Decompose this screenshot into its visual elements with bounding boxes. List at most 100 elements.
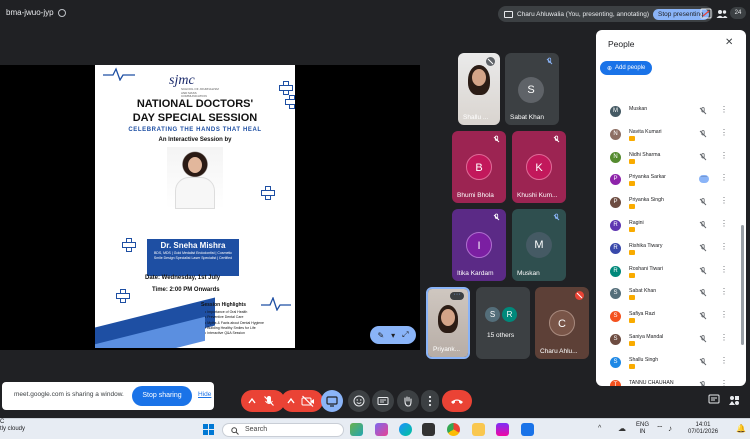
more-vert-icon[interactable]: ⋮ xyxy=(720,356,728,365)
participant-row[interactable]: R Ragini ⋮ xyxy=(596,218,742,240)
store-icon[interactable] xyxy=(496,423,509,436)
info-icon[interactable] xyxy=(57,8,66,17)
mic-off-icon[interactable] xyxy=(699,221,707,229)
pointer-icon[interactable]: ✎ xyxy=(377,331,384,340)
participant-row[interactable]: R Rishika Tiwary ⋮ xyxy=(596,241,742,263)
participant-row[interactable]: P Priyanka Singh ⋮ xyxy=(596,195,742,217)
more-vert-icon[interactable]: ⋮ xyxy=(720,265,728,274)
mic-off-icon[interactable] xyxy=(699,152,707,161)
more-options-button[interactable] xyxy=(421,390,439,412)
chat-icon[interactable] xyxy=(708,394,720,406)
more-vert-icon[interactable]: ⋮ xyxy=(720,379,728,386)
participant-tile[interactable]: B Bhumi Bhola xyxy=(452,131,506,203)
more-vert-icon[interactable]: ⋮ xyxy=(720,196,728,205)
participant-avatar: P xyxy=(610,197,621,209)
chevron-up-icon[interactable] xyxy=(286,396,296,406)
emoji-icon xyxy=(353,395,365,407)
more-vert-icon[interactable]: ⋮ xyxy=(720,219,728,228)
reactions-button[interactable] xyxy=(348,390,370,412)
taskbar-search[interactable]: Search xyxy=(222,423,344,437)
notification-bell-icon[interactable]: 🔔 xyxy=(736,424,746,433)
leave-call-button[interactable] xyxy=(442,390,472,412)
screen-share-controls[interactable]: ✎ ▾ ⤢ xyxy=(370,326,416,344)
mic-off-icon[interactable] xyxy=(699,289,707,297)
add-people-button[interactable]: ⊕ Add people xyxy=(600,61,653,75)
widgets-app-icon[interactable] xyxy=(350,423,363,436)
present-button[interactable] xyxy=(321,390,343,412)
participant-tile-self[interactable]: ··· Priyank... xyxy=(426,287,470,359)
chrome-icon[interactable] xyxy=(447,423,460,436)
more-vert-icon[interactable]: ⋮ xyxy=(720,105,728,114)
mail-icon[interactable] xyxy=(521,423,534,436)
search-icon xyxy=(231,427,239,435)
more-vert-icon[interactable]: ⋮ xyxy=(720,310,728,319)
mic-off-icon[interactable] xyxy=(699,107,707,115)
participant-tile[interactable]: C Charu Ahlu... xyxy=(535,287,589,359)
mic-off-icon[interactable] xyxy=(699,380,707,386)
more-options-icon[interactable]: ··· xyxy=(450,291,464,300)
participant-row[interactable]: S Safiya Razi ⋮ xyxy=(596,309,742,331)
participant-row[interactable]: N Nidhi Sharma ⋮ xyxy=(596,150,742,172)
more-vert-icon[interactable]: ⋮ xyxy=(720,287,728,296)
mic-off-icon[interactable] xyxy=(699,335,707,343)
chevron-up-icon[interactable]: ^ xyxy=(598,425,601,432)
participant-tile[interactable]: M Muskan xyxy=(512,209,566,281)
medical-cross-icon xyxy=(261,186,275,200)
clock[interactable]: 14:01 07/01/2026 xyxy=(688,422,718,436)
volume-icon[interactable]: ♪ xyxy=(668,424,672,433)
chevron-up-icon[interactable] xyxy=(247,396,257,406)
participant-name: Ragini xyxy=(629,220,644,226)
participant-tile[interactable]: S Sabat Khan xyxy=(505,53,559,125)
weather-widget[interactable]: C tly cloudy xyxy=(0,419,25,433)
panel-scrollbar[interactable] xyxy=(741,225,744,345)
file-explorer-icon[interactable] xyxy=(472,423,485,436)
participant-row[interactable]: S Shallu Singh ⋮ xyxy=(596,355,742,377)
participant-row[interactable]: P Priyanka Sarkar ··· ⋮ xyxy=(596,172,742,194)
more-vert-icon[interactable]: ⋮ xyxy=(720,151,728,160)
windows-start-icon[interactable] xyxy=(203,424,214,435)
present-screen-icon xyxy=(504,10,513,18)
camera-button[interactable] xyxy=(281,390,323,412)
more-vert-icon[interactable]: ⋮ xyxy=(720,128,728,137)
participant-row[interactable]: R Roshani Tiwari ⋮ xyxy=(596,264,742,286)
mic-off-icon[interactable] xyxy=(699,357,707,366)
mic-off-icon[interactable] xyxy=(699,198,707,206)
raise-hand-button[interactable] xyxy=(397,390,419,412)
participant-row[interactable]: M Muskan ⋮ xyxy=(596,104,742,126)
mic-off-icon[interactable] xyxy=(699,243,707,252)
hide-link[interactable]: Hide xyxy=(198,391,211,398)
close-icon[interactable]: ✕ xyxy=(725,37,733,48)
more-vert-icon[interactable]: ⋮ xyxy=(720,242,728,251)
participant-row[interactable]: S Sabat Khan ⋮ xyxy=(596,286,742,308)
mic-off-icon xyxy=(264,396,274,406)
copilot-icon[interactable] xyxy=(375,423,388,436)
onedrive-icon[interactable]: ☁ xyxy=(618,424,626,433)
activities-icon[interactable] xyxy=(728,394,740,406)
participant-tile[interactable]: Shallu ... xyxy=(458,53,500,125)
captions-button[interactable] xyxy=(372,390,394,412)
chevron-down-icon[interactable]: ▾ xyxy=(391,331,395,340)
participant-row[interactable]: S Saniya Mandal ⋮ xyxy=(596,332,742,354)
participant-tile[interactable]: I Itika Kardam xyxy=(452,209,506,281)
more-vert-icon[interactable]: ⋮ xyxy=(720,333,728,342)
participant-row[interactable]: T TANNU CHAUHAN ⋮ xyxy=(596,378,742,386)
wifi-icon[interactable]: ⌔ xyxy=(656,424,664,434)
dell-icon[interactable] xyxy=(422,423,435,436)
annotate-icon[interactable] xyxy=(700,8,712,19)
participant-avatar: N xyxy=(610,151,621,163)
participant-row[interactable]: N Navita Kumari ⋮ xyxy=(596,127,742,149)
mic-off-icon[interactable] xyxy=(699,312,707,320)
fullscreen-icon[interactable]: ⤢ xyxy=(402,330,408,340)
mic-off-icon[interactable] xyxy=(699,266,707,275)
tile-name: Shallu ... xyxy=(463,114,489,121)
sharing-text: meet.google.com is sharing a window. xyxy=(14,391,124,398)
participant-tile[interactable]: K Khushi Kum... xyxy=(512,131,566,203)
mic-off-icon[interactable] xyxy=(699,129,707,138)
language-indicator[interactable]: ENG IN xyxy=(636,422,649,436)
microphone-button[interactable] xyxy=(241,390,285,412)
edge-icon[interactable] xyxy=(399,423,412,436)
others-tile[interactable]: S R 15 others xyxy=(476,287,530,359)
stop-sharing-button[interactable]: Stop sharing xyxy=(132,386,192,406)
more-vert-icon[interactable]: ⋮ xyxy=(720,173,728,182)
people-icon[interactable] xyxy=(716,8,728,19)
